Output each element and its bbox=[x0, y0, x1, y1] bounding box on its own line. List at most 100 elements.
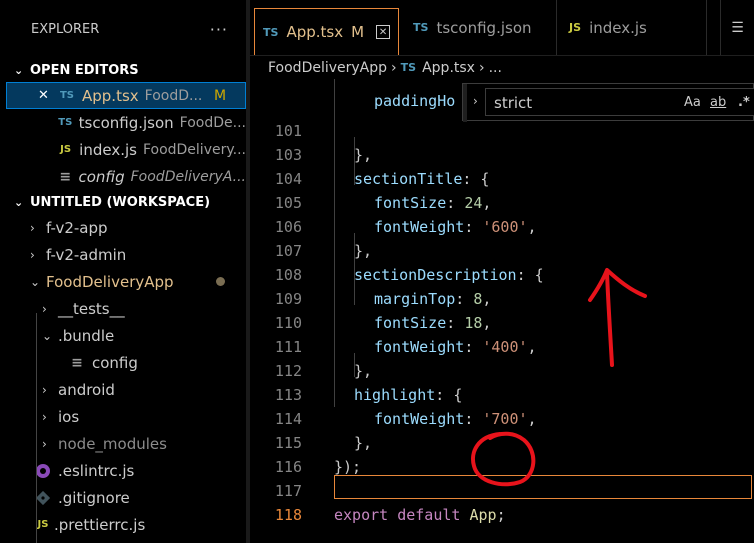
tree-item-ios[interactable]: › ios bbox=[6, 403, 246, 430]
code-line: 107 sectionDescription: { bbox=[250, 215, 754, 284]
code-line: 116 bbox=[250, 431, 754, 476]
code-editor[interactable]: paddingHo 101 }, 103 sectionTitle: { 104… bbox=[250, 79, 754, 543]
open-editor-index-js[interactable]: JS index.js FoodDelivery... bbox=[6, 136, 246, 163]
current-line-highlight bbox=[334, 475, 752, 499]
tab-index-js[interactable]: JS index.js bbox=[557, 0, 708, 55]
tree-indent-guide bbox=[36, 313, 37, 543]
typescript-file-icon: TS bbox=[413, 21, 429, 34]
regex-icon[interactable]: .* bbox=[738, 95, 750, 110]
tab-app-tsx[interactable]: TS App.tsx M ✕ bbox=[254, 8, 400, 55]
chevron-right-icon[interactable]: › bbox=[473, 94, 478, 108]
tree-item-config[interactable]: ≡ config bbox=[6, 349, 246, 376]
tree-item-label: android bbox=[58, 380, 115, 399]
tree-item-node-modules[interactable]: › node_modules bbox=[6, 430, 246, 457]
indent-guide bbox=[334, 79, 335, 407]
javascript-file-icon: JS bbox=[569, 21, 582, 34]
tab-label: index.js bbox=[589, 18, 647, 37]
tree-item-label: FoodDeliveryApp bbox=[46, 272, 174, 291]
find-input-value: strict bbox=[494, 94, 533, 112]
close-icon[interactable]: ✕ bbox=[376, 25, 391, 39]
more-actions-icon[interactable]: ··· bbox=[210, 20, 228, 39]
open-editor-path: FoodDeliveryA... bbox=[130, 168, 246, 185]
tree-item-prettierrc[interactable]: JS .prettierrc.js bbox=[6, 511, 246, 538]
tree-item-label: f-v2-app bbox=[46, 218, 108, 237]
workspace-header[interactable]: ⌄ UNTITLED (WORKSPACE) bbox=[6, 190, 246, 214]
tree-item-label: ios bbox=[58, 407, 80, 426]
eslint-icon bbox=[36, 463, 50, 478]
modified-badge: M bbox=[214, 87, 227, 104]
typescript-file-icon: TS bbox=[58, 117, 73, 128]
tree-item-label: .prettierrc.js bbox=[54, 515, 146, 534]
open-editor-name: config bbox=[78, 167, 125, 186]
open-editor-name: index.js bbox=[79, 140, 137, 159]
find-widget: › strict Aa ab .* bbox=[462, 83, 754, 122]
code-line: 103 sectionTitle: { bbox=[250, 119, 754, 188]
chevron-right-icon: › bbox=[42, 382, 47, 397]
tree-item-label: __tests__ bbox=[58, 299, 125, 318]
breadcrumb-file[interactable]: App.tsx bbox=[422, 60, 475, 76]
match-case-icon[interactable]: Aa bbox=[684, 95, 701, 110]
open-editor-config[interactable]: ≡ config FoodDeliveryA... bbox=[6, 163, 246, 190]
typescript-file-icon: TS bbox=[59, 90, 75, 101]
code-line: 109 fontSize: 18, bbox=[250, 263, 754, 332]
open-editor-tsconfig[interactable]: TS tsconfig.json FoodDe... bbox=[6, 109, 246, 136]
tree-item-label: f-v2-admin bbox=[46, 245, 127, 264]
tree-item-label: config bbox=[92, 353, 138, 372]
tree-item-android[interactable]: › android bbox=[6, 376, 246, 403]
explorer-title: EXPLORER bbox=[31, 21, 100, 37]
chevron-right-icon: › bbox=[30, 220, 35, 235]
tab-tsconfig[interactable]: TS tsconfig.json bbox=[401, 0, 558, 55]
code-line: 105 fontWeight: '600', bbox=[250, 167, 754, 236]
chevron-down-icon: ⌄ bbox=[30, 274, 41, 289]
code-text: export default App; bbox=[334, 506, 506, 524]
config-file-icon: ≡ bbox=[59, 168, 72, 185]
chevron-right-icon: › bbox=[42, 409, 47, 424]
chevron-down-icon: ⌄ bbox=[42, 328, 53, 343]
modified-dot-icon bbox=[216, 277, 225, 286]
open-editor-app-tsx[interactable]: ✕ TS App.tsx FoodD... M bbox=[6, 82, 246, 109]
chevron-right-icon: › bbox=[42, 436, 47, 451]
tree-item-label: .bundle bbox=[58, 326, 115, 345]
tree-item-gitignore[interactable]: .gitignore bbox=[6, 484, 246, 511]
open-editor-name: App.tsx bbox=[82, 86, 139, 105]
tree-item-bundle[interactable]: ⌄ .bundle bbox=[6, 322, 246, 349]
editor-tabs: TS App.tsx M ✕ TS tsconfig.json JS index… bbox=[250, 0, 754, 55]
find-widget-sash[interactable] bbox=[463, 84, 467, 122]
tree-item-tests[interactable]: › __tests__ bbox=[6, 295, 246, 322]
open-editor-name: tsconfig.json bbox=[78, 113, 174, 132]
tree-item-eslintrc[interactable]: .eslintrc.js bbox=[6, 457, 246, 484]
tree-item-fooddeliveryapp[interactable]: ⌄ FoodDeliveryApp bbox=[6, 268, 246, 295]
open-editor-path: FoodD... bbox=[144, 87, 203, 104]
line-number: 118 bbox=[274, 506, 302, 524]
code-line: 115 }); bbox=[250, 407, 754, 476]
code-line: 112 highlight: { bbox=[250, 335, 754, 404]
chevron-down-icon: ⌄ bbox=[14, 195, 24, 209]
explorer-sidebar: EXPLORER ··· ⌄ OPEN EDITORS ✕ TS App.tsx… bbox=[6, 0, 246, 543]
chevron-right-icon: › bbox=[42, 301, 47, 316]
whole-word-icon[interactable]: ab bbox=[710, 95, 726, 110]
breadcrumb: FoodDeliveryApp › TS App.tsx › ... bbox=[250, 55, 754, 79]
editor-area: TS App.tsx M ✕ TS tsconfig.json JS index… bbox=[250, 0, 754, 543]
tree-item-label: .eslintrc.js bbox=[58, 461, 135, 480]
tab-label: tsconfig.json bbox=[436, 18, 532, 37]
breadcrumb-symbol[interactable]: ... bbox=[489, 60, 502, 76]
javascript-file-icon: JS bbox=[60, 144, 72, 155]
code-line: 113 fontWeight: '700', bbox=[250, 359, 754, 428]
breadcrumb-folder[interactable]: FoodDeliveryApp bbox=[268, 60, 387, 76]
code-line: 106 }, bbox=[250, 191, 754, 260]
close-icon[interactable]: ✕ bbox=[38, 88, 58, 103]
editor-layout-icon[interactable]: ☰ bbox=[720, 0, 754, 55]
open-editor-path: FoodDelivery... bbox=[142, 141, 246, 158]
typescript-file-icon: TS bbox=[263, 25, 279, 39]
code-line: 108 marginTop: 8, bbox=[250, 239, 754, 308]
breadcrumb-separator-icon: › bbox=[478, 59, 485, 76]
tree-item-f-v2-admin[interactable]: › f-v2-admin bbox=[6, 241, 246, 268]
tree-item-label: .gitignore bbox=[58, 488, 130, 507]
indent-guide bbox=[354, 233, 355, 305]
javascript-file-icon: JS bbox=[37, 519, 49, 530]
tree-item-f-v2-app[interactable]: › f-v2-app bbox=[6, 214, 246, 241]
find-input[interactable]: strict Aa ab .* bbox=[485, 88, 754, 116]
tab-label: App.tsx bbox=[286, 23, 344, 41]
tree-item-label: node_modules bbox=[58, 434, 167, 453]
open-editors-header[interactable]: ⌄ OPEN EDITORS bbox=[6, 58, 246, 82]
